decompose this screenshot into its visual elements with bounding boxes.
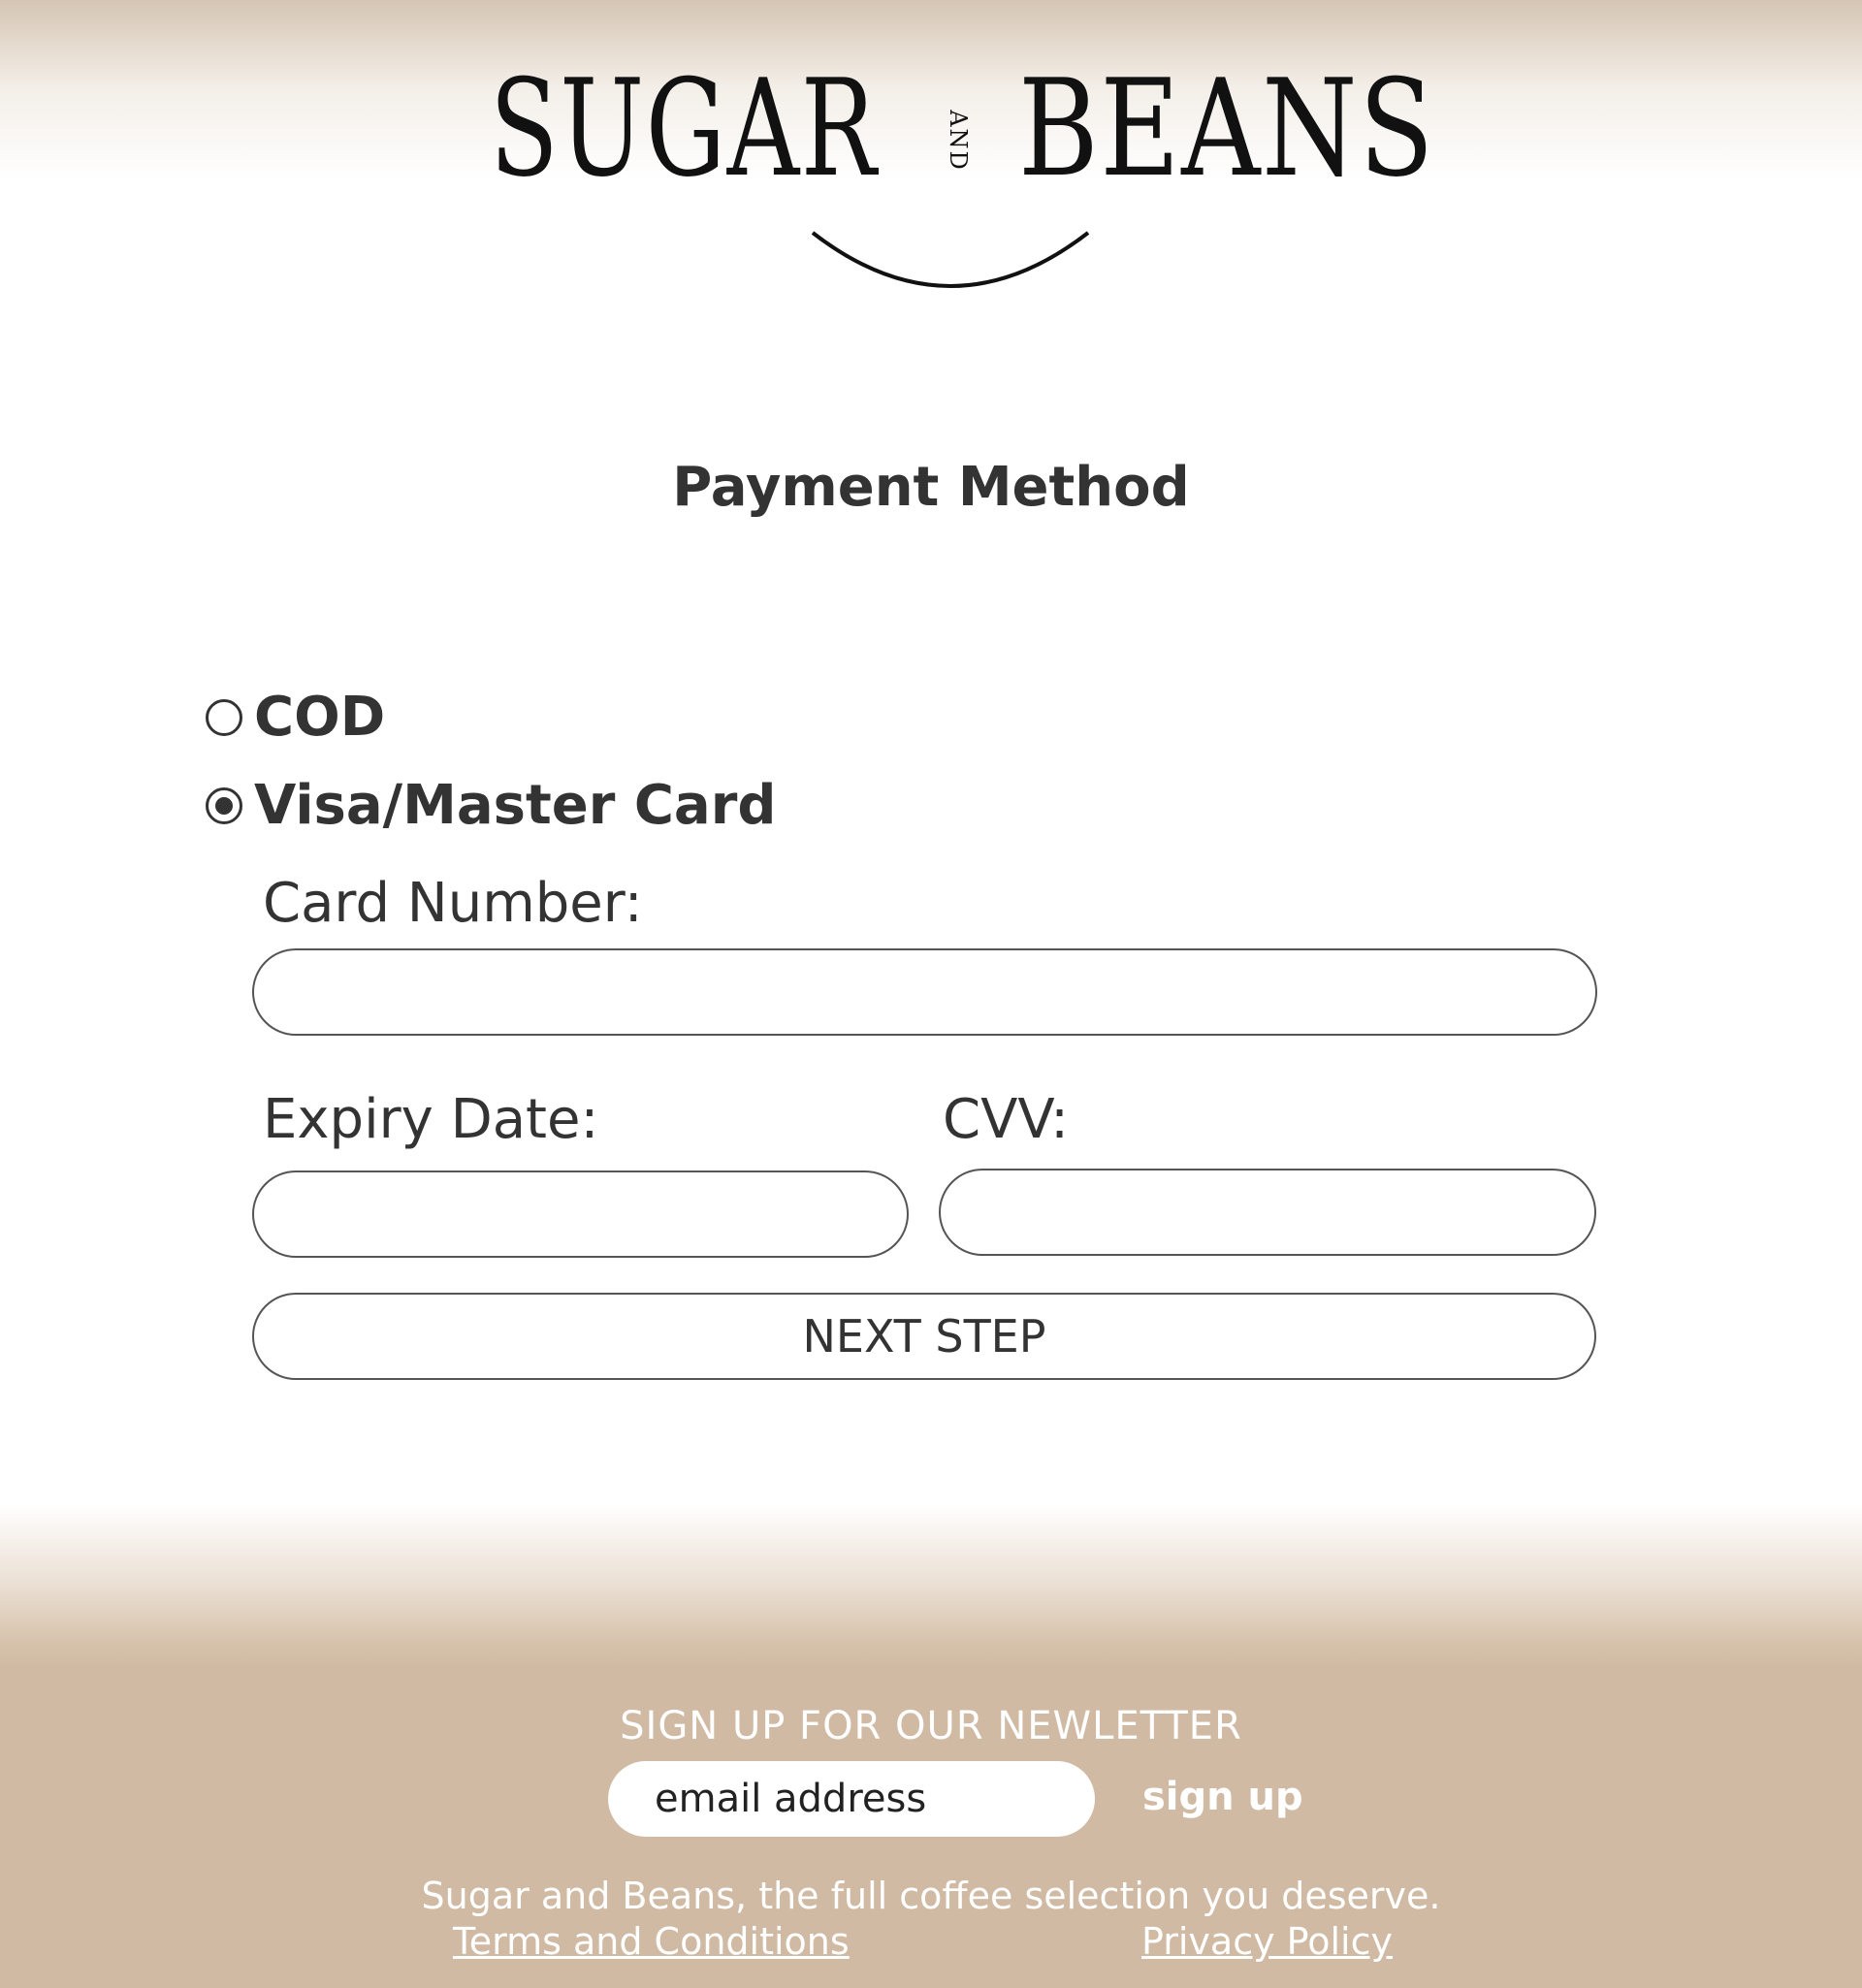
card-number-label: Card Number: [263, 872, 643, 935]
payment-option-card[interactable]: Visa/Master Card [206, 779, 776, 833]
logo-smile-arc [811, 231, 1090, 288]
privacy-policy-link[interactable]: Privacy Policy [1141, 1920, 1393, 1963]
payment-option-cod[interactable]: COD [206, 690, 385, 745]
payment-option-label: COD [254, 686, 386, 749]
payment-option-label: Visa/Master Card [254, 774, 777, 837]
radio-checked-icon[interactable] [206, 787, 242, 824]
logo-word-beans: BEANS [1018, 58, 1435, 207]
card-number-input[interactable] [252, 948, 1597, 1036]
cvv-label: CVV: [943, 1088, 1070, 1151]
terms-and-conditions-link[interactable]: Terms and Conditions [453, 1920, 850, 1963]
expiry-date-input[interactable] [252, 1170, 909, 1258]
logo-word-sugar: SUGAR [490, 58, 880, 207]
brand-logo: SUGAR AND BEANS [490, 58, 1435, 288]
next-step-button[interactable]: NEXT STEP [252, 1293, 1596, 1380]
footer-tagline: Sugar and Beans, the full coffee selecti… [421, 1875, 1441, 1917]
newsletter-signup-button[interactable]: sign up [1142, 1775, 1303, 1819]
cvv-input[interactable] [939, 1169, 1596, 1256]
logo-word-and: AND [945, 109, 972, 172]
expiry-date-label: Expiry Date: [263, 1088, 599, 1151]
radio-unchecked-icon[interactable] [206, 699, 242, 736]
newsletter-title: SIGN UP FOR OUR NEWLETTER [620, 1704, 1242, 1748]
newsletter-email-input[interactable] [608, 1761, 1095, 1837]
page-title: Payment Method [672, 456, 1190, 519]
